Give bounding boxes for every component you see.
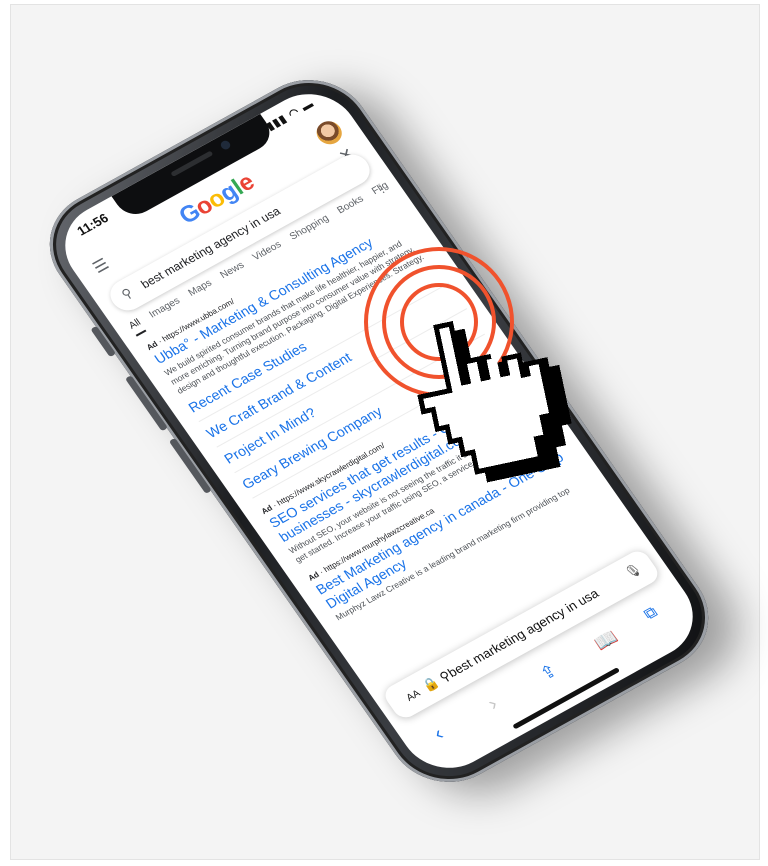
search-icon: ⚲ bbox=[118, 284, 136, 302]
tab-videos[interactable]: Videos bbox=[251, 239, 286, 266]
tab-all[interactable]: All bbox=[127, 317, 147, 337]
share-icon[interactable]: ⇪ bbox=[536, 660, 561, 685]
status-time: 11:56 bbox=[74, 210, 112, 239]
tab-books[interactable]: Books bbox=[335, 194, 368, 220]
back-chevron-icon[interactable]: ‹ bbox=[429, 723, 448, 745]
tab-news[interactable]: News bbox=[218, 260, 249, 284]
pointing-hand-cursor-icon bbox=[417, 321, 572, 483]
front-camera bbox=[218, 139, 233, 151]
tab-maps[interactable]: Maps bbox=[186, 278, 216, 302]
tabs-icon[interactable]: ⧉ bbox=[641, 604, 661, 624]
tab-images[interactable]: Images bbox=[147, 295, 184, 323]
text-size-button[interactable]: AA bbox=[405, 688, 423, 704]
book-icon[interactable]: 📖 bbox=[590, 627, 622, 655]
forward-chevron-icon[interactable]: › bbox=[484, 693, 503, 715]
lock-icon: 🔒 bbox=[419, 674, 442, 695]
microphone-icon[interactable]: 🎙 bbox=[622, 561, 646, 582]
